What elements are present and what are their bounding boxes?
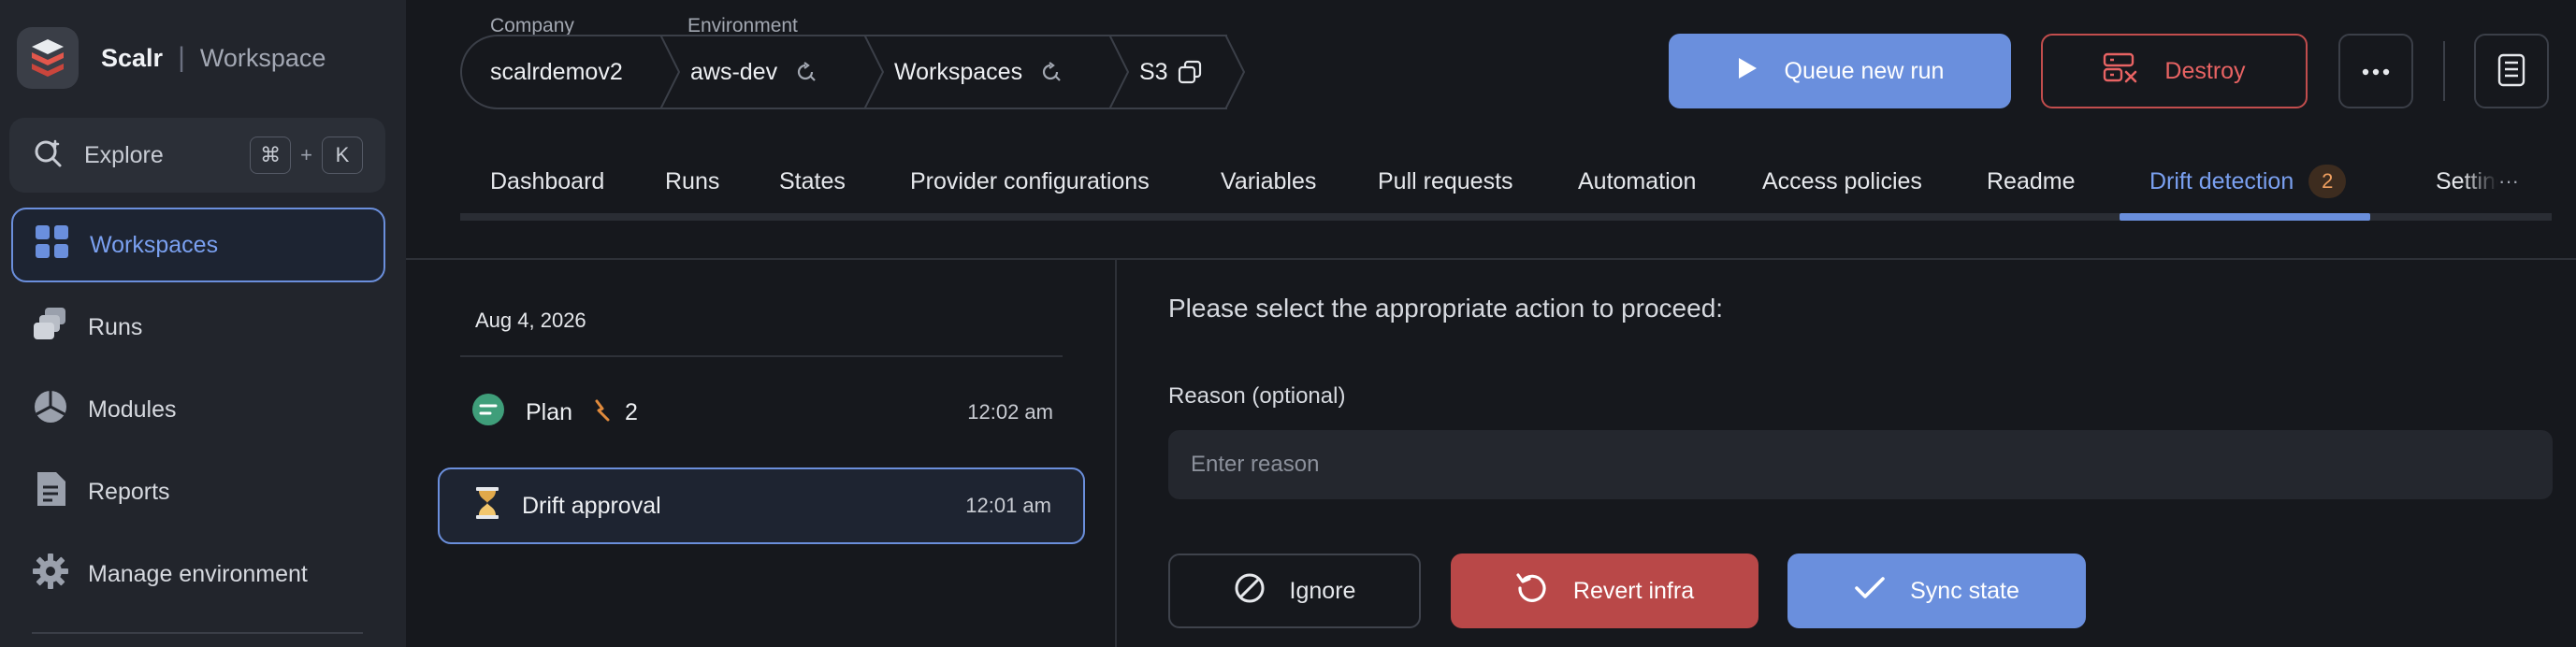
runs-list-divider bbox=[460, 355, 1063, 357]
breadcrumb-workspaces[interactable]: Workspaces bbox=[866, 35, 1130, 109]
revert-icon bbox=[1515, 571, 1549, 611]
ignore-button[interactable]: Ignore bbox=[1168, 554, 1421, 628]
search-icon bbox=[32, 137, 64, 174]
sidebar-item-label: Manage environment bbox=[88, 560, 308, 587]
breadcrumb-label: Workspaces bbox=[894, 58, 1023, 85]
ignore-label: Ignore bbox=[1289, 577, 1356, 604]
sidebar-item-label: Workspaces bbox=[90, 231, 219, 258]
switch-icon[interactable] bbox=[1039, 61, 1062, 83]
tabs-overflow-button[interactable]: ··· bbox=[2488, 165, 2529, 198]
scalr-logo-icon bbox=[17, 27, 79, 89]
ban-icon bbox=[1234, 572, 1266, 611]
drift-count-value: 2 bbox=[625, 398, 638, 425]
sync-state-label: Sync state bbox=[1910, 577, 2019, 604]
sidebar-item-runs[interactable]: Runs bbox=[11, 290, 385, 365]
brand-separator: | bbox=[178, 42, 185, 73]
sync-state-button[interactable]: Sync state bbox=[1787, 554, 2086, 628]
run-row-plan[interactable]: Plan 2 12:02 am bbox=[438, 374, 1085, 451]
run-time: 12:02 am bbox=[967, 400, 1053, 424]
breadcrumb: scalrdemov2 aws-dev Workspaces S3 bbox=[460, 35, 1246, 109]
tab-states[interactable]: States bbox=[779, 150, 846, 213]
grid-icon bbox=[34, 223, 71, 267]
copy-icon[interactable] bbox=[1178, 60, 1202, 84]
destroy-server-icon bbox=[2103, 52, 2138, 91]
breadcrumb-separator-icon bbox=[660, 35, 681, 109]
breadcrumb-separator-icon bbox=[1109, 35, 1130, 109]
breadcrumb-label: S3 bbox=[1139, 58, 1168, 85]
runs-date-header: Aug 4, 2026 bbox=[475, 309, 586, 332]
queue-new-run-button[interactable]: Queue new run bbox=[1669, 34, 2011, 108]
run-label: Plan bbox=[526, 398, 573, 425]
action-prompt: Please select the appropriate action to … bbox=[1168, 294, 1724, 323]
toolbar-divider bbox=[2443, 41, 2445, 101]
tab-pull-requests[interactable]: Pull requests bbox=[1378, 150, 1513, 213]
plan-icon bbox=[471, 393, 505, 433]
active-tab-indicator bbox=[2120, 213, 2370, 221]
explore-label: Explore bbox=[84, 141, 164, 168]
breadcrumb-label: aws-dev bbox=[690, 58, 778, 85]
sidebar-item-label: Reports bbox=[88, 478, 170, 505]
workspace-details-button[interactable] bbox=[2474, 34, 2549, 108]
tab-label: Drift detection bbox=[2149, 167, 2294, 194]
sidebar-item-workspaces[interactable]: Workspaces bbox=[11, 208, 385, 282]
document-icon bbox=[2497, 53, 2525, 90]
shortcut-plus: + bbox=[300, 143, 312, 166]
switch-icon[interactable] bbox=[794, 61, 817, 83]
sidebar: Scalr | Workspace Explore ⌘ + K Workspac… bbox=[0, 0, 406, 647]
runs-icon bbox=[32, 306, 69, 350]
run-time: 12:01 am bbox=[965, 494, 1051, 517]
workspace-tabs: Dashboard Runs States Provider configura… bbox=[460, 150, 2552, 221]
run-row-drift-approval[interactable]: Drift approval 12:01 am bbox=[438, 467, 1085, 544]
tab-access-policies[interactable]: Access policies bbox=[1762, 150, 1922, 213]
drift-count: 2 bbox=[593, 397, 638, 428]
sidebar-item-manage-environment[interactable]: Manage environment bbox=[11, 537, 385, 611]
tab-variables[interactable]: Variables bbox=[1221, 150, 1316, 213]
tab-runs[interactable]: Runs bbox=[665, 150, 719, 213]
content-divider bbox=[406, 258, 2576, 260]
hourglass-icon bbox=[473, 486, 501, 526]
sidebar-item-modules[interactable]: Modules bbox=[11, 372, 385, 447]
shortcut-cmd-key: ⌘ bbox=[250, 137, 292, 174]
queue-new-run-label: Queue new run bbox=[1784, 57, 1945, 84]
revert-infra-button[interactable]: Revert infra bbox=[1451, 554, 1758, 628]
reports-icon bbox=[32, 470, 69, 514]
breadcrumb-label: scalrdemov2 bbox=[490, 58, 623, 85]
sidebar-item-reports[interactable]: Reports bbox=[11, 454, 385, 529]
revert-infra-label: Revert infra bbox=[1572, 577, 1695, 604]
tab-automation[interactable]: Automation bbox=[1578, 150, 1696, 213]
brand-workspace-label: Workspace bbox=[199, 43, 326, 72]
drift-icon bbox=[593, 397, 614, 428]
sidebar-item-label: Modules bbox=[88, 395, 177, 423]
shortcut-k-key: K bbox=[322, 137, 363, 174]
explore-search[interactable]: Explore ⌘ + K bbox=[9, 118, 385, 193]
panel-divider bbox=[1115, 260, 1117, 647]
breadcrumb-separator-icon bbox=[1225, 35, 1246, 109]
reason-label: Reason (optional) bbox=[1168, 383, 1346, 409]
breadcrumb-separator-icon bbox=[864, 35, 885, 109]
tab-provider-configurations[interactable]: Provider configurations bbox=[910, 150, 1150, 213]
run-label: Drift approval bbox=[522, 492, 661, 519]
tab-drift-detection[interactable]: Drift detection 2 bbox=[2149, 150, 2347, 213]
tab-dashboard[interactable]: Dashboard bbox=[490, 150, 604, 213]
more-actions-button[interactable] bbox=[2338, 34, 2413, 108]
destroy-label: Destroy bbox=[2164, 57, 2246, 84]
sidebar-divider bbox=[32, 632, 363, 634]
sidebar-item-label: Runs bbox=[88, 313, 143, 340]
more-horizontal-icon bbox=[2362, 65, 2390, 79]
check-icon bbox=[1854, 575, 1886, 608]
destroy-button[interactable]: Destroy bbox=[2041, 34, 2308, 108]
brand[interactable]: Scalr | Workspace bbox=[17, 26, 326, 90]
modules-icon bbox=[32, 388, 69, 432]
gear-icon bbox=[32, 553, 69, 597]
breadcrumb-environment[interactable]: aws-dev bbox=[662, 35, 885, 109]
tab-readme[interactable]: Readme bbox=[1987, 150, 2076, 213]
play-icon bbox=[1736, 56, 1758, 87]
breadcrumb-company[interactable]: scalrdemov2 bbox=[460, 35, 681, 109]
brand-name: Scalr bbox=[101, 43, 164, 72]
drift-count-badge: 2 bbox=[2308, 165, 2347, 198]
reason-input[interactable] bbox=[1168, 430, 2553, 499]
